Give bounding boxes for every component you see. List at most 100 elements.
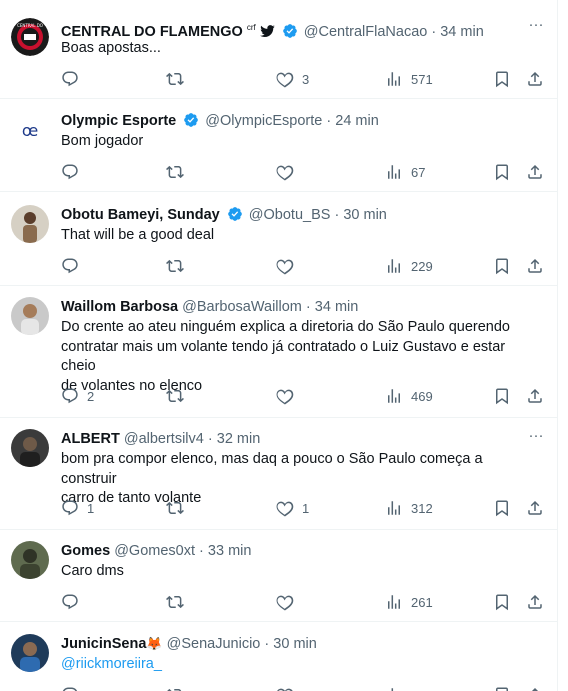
author-name[interactable]: Obotu Bameyi, Sunday: [61, 207, 220, 223]
share-button[interactable]: [526, 592, 544, 612]
dot-separator: ·: [199, 543, 204, 559]
tweet-header: JunicinSena🦊 @SenaJunicio · 30 min: [61, 634, 518, 654]
avatar[interactable]: [11, 429, 49, 467]
retweet-button[interactable]: [166, 592, 184, 612]
tweet-item[interactable]: Obotu Bameyi, Sunday @Obotu_BS · 30 min …: [0, 192, 558, 286]
bookmark-button[interactable]: [493, 162, 511, 182]
share-icon: [526, 499, 544, 517]
tweet-header: Waillom Barbosa @BarbosaWaillom · 34 min: [61, 297, 518, 317]
timestamp[interactable]: 30 min: [343, 207, 387, 223]
views-button[interactable]: 261: [385, 592, 433, 612]
retweet-button[interactable]: [166, 69, 192, 89]
dot-separator: ·: [431, 23, 437, 40]
author-handle[interactable]: @SenaJunicio: [167, 636, 261, 652]
retweet-button[interactable]: [166, 498, 184, 518]
bookmark-button[interactable]: [493, 386, 511, 406]
share-button[interactable]: [526, 685, 544, 691]
author-name[interactable]: ALBERT: [61, 431, 120, 447]
author-handle[interactable]: @OlympicEsporte: [205, 113, 322, 129]
name-suffix: crf: [246, 23, 256, 32]
timestamp[interactable]: 34 min: [440, 24, 484, 40]
tweet-actions: [61, 685, 551, 691]
bookmark-button[interactable]: [493, 256, 511, 276]
more-icon[interactable]: ···: [526, 428, 546, 449]
timestamp[interactable]: 32 min: [217, 431, 261, 447]
views-button[interactable]: 229: [385, 256, 433, 276]
bookmark-button[interactable]: [493, 498, 511, 518]
view-count: 469: [411, 388, 433, 404]
views-button[interactable]: [385, 685, 403, 691]
author-name[interactable]: Gomes: [61, 543, 110, 559]
avatar[interactable]: [11, 205, 49, 243]
timestamp[interactable]: 30 min: [273, 636, 317, 652]
avatar[interactable]: [11, 541, 49, 579]
avatar[interactable]: CENTRAL DO: [11, 18, 49, 56]
tweet-item[interactable]: JunicinSena🦊 @SenaJunicio · 30 min @riic…: [0, 622, 558, 691]
share-button[interactable]: [526, 386, 544, 406]
like-count: 1: [302, 500, 310, 516]
like-button[interactable]: 3: [276, 69, 309, 89]
share-button[interactable]: [526, 498, 544, 518]
bookmark-button[interactable]: [493, 685, 511, 691]
tweet-item[interactable]: œ Olympic Esporte @OlympicEsporte · 24 m…: [0, 99, 558, 192]
retweet-icon: [166, 257, 184, 275]
avatar[interactable]: [11, 634, 49, 672]
tweet-item[interactable]: ALBERT @albertsilv4 · 32 min ··· bom pra…: [0, 418, 558, 530]
reply-button[interactable]: [61, 69, 87, 89]
tweet-item[interactable]: CENTRAL DO CENTRAL DO FLAMENGO crf @Cent…: [0, 0, 558, 99]
reply-icon: [61, 686, 79, 691]
author-handle[interactable]: @albertsilv4: [124, 431, 204, 447]
author-handle[interactable]: @BarbosaWaillom: [182, 299, 302, 315]
dot-separator: ·: [326, 113, 332, 129]
views-button[interactable]: 469: [385, 386, 433, 406]
reply-count: 1: [87, 500, 95, 516]
more-icon[interactable]: ···: [526, 17, 546, 38]
dot-separator: ·: [334, 207, 340, 223]
tweet-actions: 261: [61, 592, 551, 612]
tweet-text: Boas apostas...: [61, 40, 161, 56]
like-button[interactable]: [276, 386, 294, 406]
timestamp[interactable]: 33 min: [208, 543, 252, 559]
bookmark-button[interactable]: [493, 592, 511, 612]
tweet-item[interactable]: Gomes @Gomes0xt · 33 min Caro dms 261: [0, 530, 558, 622]
avatar[interactable]: [11, 297, 49, 335]
timestamp[interactable]: 24 min: [335, 113, 379, 129]
author-name[interactable]: JunicinSena: [61, 636, 146, 652]
views-icon: [385, 70, 403, 88]
tweet-item[interactable]: Waillom Barbosa @BarbosaWaillom · 34 min…: [0, 286, 558, 418]
retweet-button[interactable]: [166, 386, 184, 406]
author-name[interactable]: Waillom Barbosa: [61, 299, 178, 315]
retweet-button[interactable]: [166, 685, 184, 691]
share-button[interactable]: [526, 256, 544, 276]
retweet-button[interactable]: [166, 256, 184, 276]
views-button[interactable]: 312: [385, 498, 433, 518]
retweet-button[interactable]: [166, 162, 184, 182]
reply-button[interactable]: [61, 256, 79, 276]
tweet-text: Caro dms: [61, 563, 124, 579]
author-name[interactable]: Olympic Esporte: [61, 113, 176, 129]
like-button[interactable]: [276, 685, 294, 691]
like-button[interactable]: [276, 592, 294, 612]
author-name[interactable]: CENTRAL DO FLAMENGO: [61, 24, 243, 40]
tweet-header: Gomes @Gomes0xt · 33 min: [61, 541, 518, 561]
author-handle[interactable]: @Obotu_BS: [249, 207, 331, 223]
like-button[interactable]: [276, 256, 294, 276]
reply-button[interactable]: [61, 685, 79, 691]
share-button[interactable]: [526, 69, 544, 89]
views-button[interactable]: 67: [385, 162, 425, 182]
mention-link[interactable]: @riickmoreiira_: [61, 655, 542, 675]
views-button[interactable]: 571: [385, 69, 433, 89]
reply-button[interactable]: [61, 592, 79, 612]
share-button[interactable]: [526, 162, 544, 182]
reply-button[interactable]: 2: [61, 386, 94, 406]
timestamp[interactable]: 34 min: [315, 299, 359, 315]
author-handle[interactable]: @Gomes0xt: [114, 543, 195, 559]
reply-button[interactable]: 1: [61, 498, 94, 518]
bookmark-button[interactable]: [493, 69, 511, 89]
like-button[interactable]: 1: [276, 498, 309, 518]
author-handle[interactable]: @CentralFlaNacao: [304, 24, 428, 40]
avatar[interactable]: œ: [11, 111, 49, 149]
reply-button[interactable]: [61, 162, 79, 182]
bookmark-icon: [493, 70, 511, 88]
like-button[interactable]: [276, 162, 294, 182]
